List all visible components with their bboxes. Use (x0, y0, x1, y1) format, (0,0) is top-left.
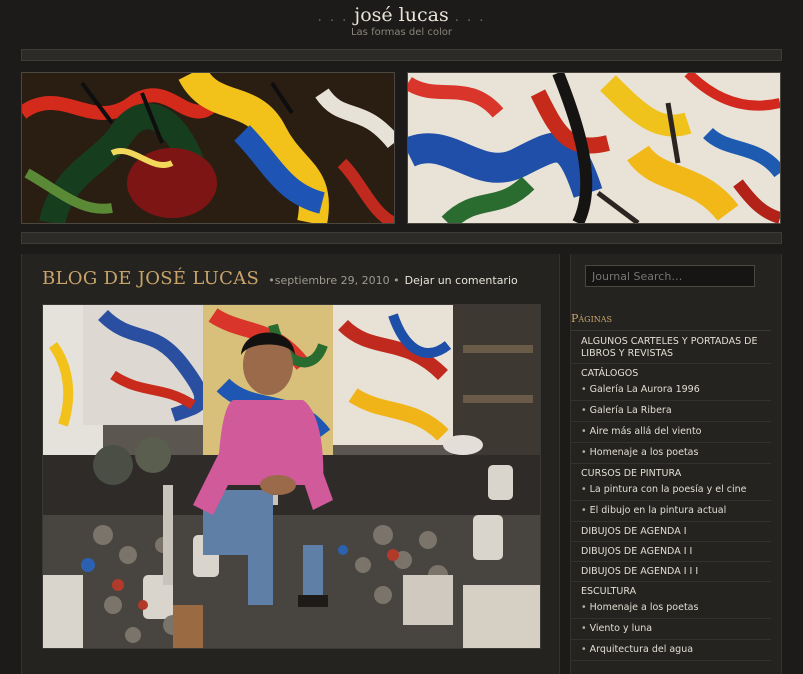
pages-divider (571, 330, 771, 331)
header-painting-left (21, 72, 395, 224)
bullet-icon: • (581, 644, 587, 655)
bullet-icon: • (581, 484, 587, 495)
sidebar: Páginas ALGUNOS CARTELES Y PORTADAS DE L… (570, 254, 782, 674)
artist-studio-photo (42, 304, 541, 649)
subpage-label: El dibujo en la pintura actual (589, 505, 727, 516)
site-header: . . . josé lucas . . . Las formas del co… (0, 0, 803, 46)
page-link-carteles[interactable]: ALGUNOS CARTELES Y PORTADAS DE LIBROS Y … (571, 332, 771, 364)
subpage-link-aire[interactable]: • Aire más allá del viento (571, 422, 771, 443)
bullet-icon: • (581, 623, 587, 634)
subpage-link-arquitectura-agua[interactable]: • Arquitectura del agua (571, 640, 771, 661)
site-title[interactable]: . . . josé lucas . . . (0, 4, 803, 26)
subpage-label: Aire más allá del viento (589, 426, 702, 437)
subpage-label: Galería La Aurora 1996 (589, 384, 700, 395)
subpage-label: Homenaje a los poetas (589, 602, 699, 613)
subpage-label: Homenaje a los poetas (589, 447, 699, 458)
title-dots-left: . . . (317, 10, 349, 25)
page-link-cursos[interactable]: CURSOS DE PINTURA (571, 464, 771, 480)
site-title-text[interactable]: josé lucas (354, 4, 448, 26)
header-painting-right (407, 72, 781, 224)
post-date: •septiembre 29, 2010 • (268, 274, 400, 287)
subpage-link-homenaje-poetas[interactable]: • Homenaje a los poetas (571, 443, 771, 464)
page-link-catalogos[interactable]: CATÁLOGOS (571, 364, 771, 380)
subpage-link-galeria-aurora[interactable]: • Galería La Aurora 1996 (571, 380, 771, 401)
subpage-label: Viento y luna (589, 623, 653, 634)
site-tagline: Las formas del color (350, 27, 452, 38)
pages-menu: ALGUNOS CARTELES Y PORTADAS DE LIBROS Y … (571, 332, 771, 661)
subpage-label: Arquitectura del agua (589, 644, 694, 655)
pages-heading: Páginas (571, 312, 612, 325)
subpage-link-dibujo-pintura[interactable]: • El dibujo en la pintura actual (571, 501, 771, 522)
subpage-link-pintura-poesia[interactable]: • La pintura con la poesía y el cine (571, 480, 771, 501)
bullet-icon: • (581, 447, 587, 458)
subpage-link-escultura-homenaje[interactable]: • Homenaje a los poetas (571, 598, 771, 619)
main-content: BLOG DE JOSÉ LUCAS •septiembre 29, 2010 … (21, 254, 560, 674)
post-title[interactable]: BLOG DE JOSÉ LUCAS (42, 268, 259, 289)
bullet-icon: • (581, 505, 587, 516)
secondary-nav-bar (21, 232, 782, 244)
bullet-icon: • (581, 426, 587, 437)
leave-comment-link[interactable]: Dejar un comentario (405, 274, 518, 287)
page-link-dibujos-agenda-2[interactable]: DIBUJOS DE AGENDA I I (571, 542, 771, 562)
subpage-label: La pintura con la poesía y el cine (589, 484, 747, 495)
bullet-icon: • (581, 602, 587, 613)
bullet-icon: • (581, 384, 587, 395)
title-dots-right: . . . (454, 10, 486, 25)
page-link-dibujos-agenda-1[interactable]: DIBUJOS DE AGENDA I (571, 522, 771, 542)
subpage-label: Galería La Ribera (589, 405, 672, 416)
page-link-dibujos-agenda-3[interactable]: DIBUJOS DE AGENDA I I I (571, 562, 771, 582)
post-header: BLOG DE JOSÉ LUCAS •septiembre 29, 2010 … (42, 268, 518, 289)
subpage-link-viento-luna[interactable]: • Viento y luna (571, 619, 771, 640)
page-link-escultura[interactable]: ESCULTURA (571, 582, 771, 598)
subpage-link-galeria-ribera[interactable]: • Galería La Ribera (571, 401, 771, 422)
bullet-icon: • (581, 405, 587, 416)
top-nav-bar (21, 49, 782, 61)
